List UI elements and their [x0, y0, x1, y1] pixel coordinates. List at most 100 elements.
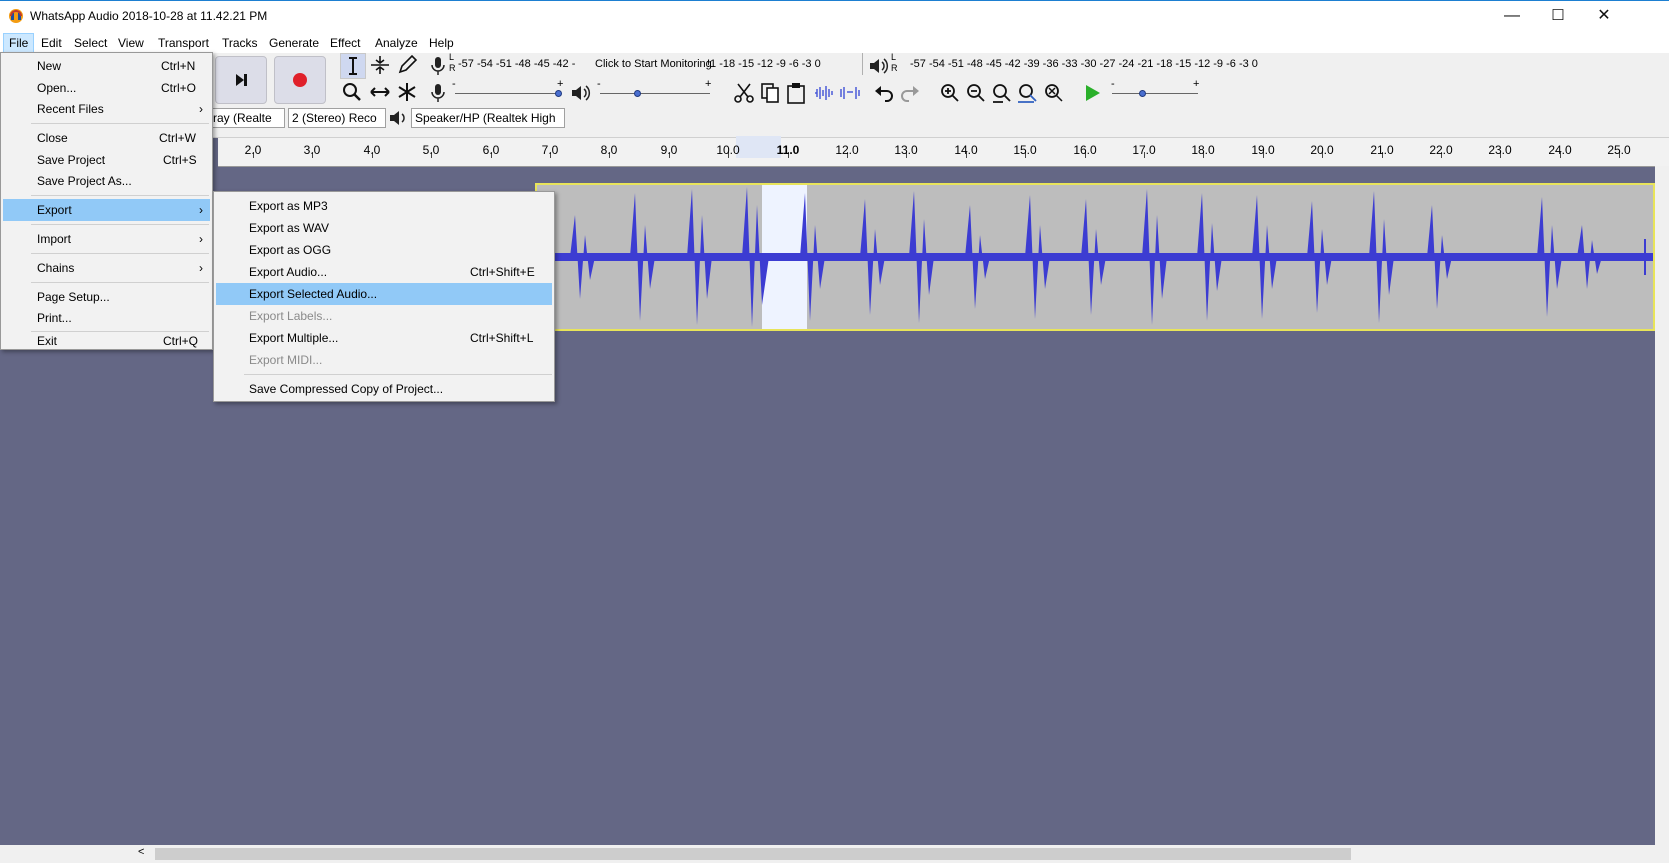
submenu-arrow-icon: ›	[199, 232, 203, 246]
menu-item-export[interactable]: Export ›	[3, 199, 210, 221]
shortcut-exit: Ctrl+Q	[163, 334, 199, 348]
menu-item-recent-files[interactable]: Recent Files ›	[3, 98, 210, 120]
menu-item-export-selected-audio[interactable]: Export Selected Audio...	[216, 283, 552, 305]
ruler-tick-label: 8.0	[600, 143, 618, 157]
record-meter-scale[interactable]: -57 -54 -51 -48 -45 -42 -	[458, 58, 575, 70]
horizontal-scroll-thumb[interactable]	[155, 848, 1351, 860]
menu-item-export-mp3[interactable]: Export as MP3	[216, 195, 552, 217]
menu-item-print[interactable]: Print...	[3, 307, 210, 329]
zoom-toggle-icon	[1045, 84, 1063, 102]
menu-item-export-wav[interactable]: Export as WAV	[216, 217, 552, 239]
playback-meter-scale[interactable]: -57 -54 -51 -48 -45 -42 -39 -36 -33 -30 …	[910, 58, 1258, 70]
play-speed-slider[interactable]	[1112, 93, 1198, 94]
zoom-toggle-button[interactable]	[1042, 81, 1066, 105]
trim-button[interactable]	[812, 81, 836, 105]
copy-icon	[761, 83, 779, 103]
menu-item-save-project-as[interactable]: Save Project As...	[3, 170, 210, 192]
menu-select[interactable]: Select	[69, 33, 112, 53]
record-button[interactable]	[274, 56, 326, 104]
waveform	[537, 187, 1653, 327]
silence-button[interactable]	[838, 81, 862, 105]
menu-item-import[interactable]: Import ›	[3, 228, 210, 250]
time-shift-tool[interactable]	[368, 80, 394, 106]
cut-button[interactable]	[732, 81, 756, 105]
menu-help[interactable]: Help	[424, 33, 459, 53]
divider	[31, 123, 209, 124]
speaker-icon	[870, 58, 889, 74]
menu-edit[interactable]: Edit	[36, 33, 67, 53]
menu-effect[interactable]: Effect	[325, 33, 365, 53]
fit-project-button[interactable]	[1016, 81, 1040, 105]
record-meter-scale-2: !1 -18 -15 -12 -9 -6 -3 0	[707, 58, 821, 70]
menu-item-export-multiple[interactable]: Export Multiple... Ctrl+Shift+L	[216, 327, 552, 349]
redo-icon	[901, 86, 919, 102]
zoom-out-button[interactable]	[964, 81, 988, 105]
scissors-icon	[734, 83, 754, 103]
menu-item-new[interactable]: New Ctrl+N	[3, 55, 210, 77]
skip-end-button[interactable]	[215, 56, 267, 104]
output-volume-knob[interactable]	[634, 90, 641, 97]
menu-analyze[interactable]: Analyze	[370, 33, 423, 53]
menu-item-page-setup[interactable]: Page Setup...	[3, 286, 210, 308]
menu-item-save-compressed-copy[interactable]: Save Compressed Copy of Project...	[216, 378, 552, 400]
silence-audio-icon	[840, 87, 860, 99]
divider	[31, 331, 209, 332]
copy-button[interactable]	[758, 81, 782, 105]
envelope-tool[interactable]	[368, 53, 394, 79]
record-meter-button[interactable]	[428, 54, 448, 78]
input-device-select[interactable]: rray (Realte	[205, 108, 285, 128]
output-device-select[interactable]: Speaker/HP (Realtek High	[411, 108, 565, 128]
channels-select[interactable]: 2 (Stereo) Reco	[288, 108, 386, 128]
divider	[862, 53, 863, 75]
minimize-button[interactable]: —	[1489, 0, 1535, 32]
paste-button[interactable]	[784, 81, 808, 105]
playback-meter-button[interactable]	[867, 54, 889, 78]
fit-selection-button[interactable]	[990, 81, 1014, 105]
play-icon	[1086, 85, 1100, 101]
zoom-tool[interactable]	[340, 80, 366, 106]
input-volume-knob[interactable]	[555, 90, 562, 97]
menu-item-exit[interactable]: Exit Ctrl+Q	[3, 334, 210, 349]
menu-view[interactable]: View	[113, 33, 149, 53]
selection-tool[interactable]	[340, 53, 366, 79]
ruler-tick-label: 7.0	[541, 143, 559, 157]
play-at-speed-button[interactable]	[1080, 81, 1104, 105]
ruler-tick-label: 17.0	[1132, 143, 1156, 157]
ruler-tick-label: 13.0	[894, 143, 918, 157]
output-volume-icon-wrap	[569, 81, 591, 105]
pencil-icon	[398, 54, 418, 74]
input-volume-slider[interactable]	[455, 93, 559, 94]
divider	[244, 374, 552, 375]
menu-item-export-ogg[interactable]: Export as OGG	[216, 239, 552, 261]
redo-button[interactable]	[898, 81, 922, 105]
menu-item-close[interactable]: Close Ctrl+W	[3, 127, 210, 149]
zoom-in-button[interactable]	[938, 81, 962, 105]
asterisk-icon	[398, 83, 416, 101]
ruler-tick-label: 9.0	[660, 143, 678, 157]
input-slider-minus: -	[452, 78, 456, 90]
maximize-button[interactable]: ☐	[1535, 0, 1581, 32]
menu-generate[interactable]: Generate	[264, 33, 324, 53]
submenu-arrow-icon: ›	[199, 102, 203, 116]
input-slider-plus: +	[557, 78, 564, 90]
menu-item-save-project[interactable]: Save Project Ctrl+S	[3, 149, 210, 171]
monitor-text[interactable]: Click to Start Monitoring	[595, 58, 712, 70]
menu-tracks[interactable]: Tracks	[217, 33, 263, 53]
vertical-scrollbar[interactable]	[1655, 166, 1669, 845]
menu-item-open[interactable]: Open... Ctrl+O	[3, 77, 210, 99]
speed-slider-plus: +	[1193, 78, 1200, 90]
output-volume-slider[interactable]	[600, 93, 710, 94]
export-submenu: Export as MP3 Export as WAV Export as OG…	[213, 191, 555, 402]
undo-button[interactable]	[872, 81, 896, 105]
multi-tool[interactable]	[395, 80, 421, 106]
play-speed-knob[interactable]	[1139, 90, 1146, 97]
menu-item-chains[interactable]: Chains ›	[3, 257, 210, 279]
menu-item-export-audio[interactable]: Export Audio... Ctrl+Shift+E	[216, 261, 552, 283]
scroll-left-icon[interactable]: <	[138, 846, 144, 858]
draw-tool[interactable]	[395, 53, 421, 79]
shortcut-export-multiple: Ctrl+Shift+L	[470, 331, 534, 345]
speed-slider-minus: -	[1111, 78, 1115, 90]
menu-file[interactable]: File	[3, 33, 35, 53]
menu-transport[interactable]: Transport	[153, 33, 214, 53]
close-button[interactable]: ✕	[1581, 0, 1627, 32]
